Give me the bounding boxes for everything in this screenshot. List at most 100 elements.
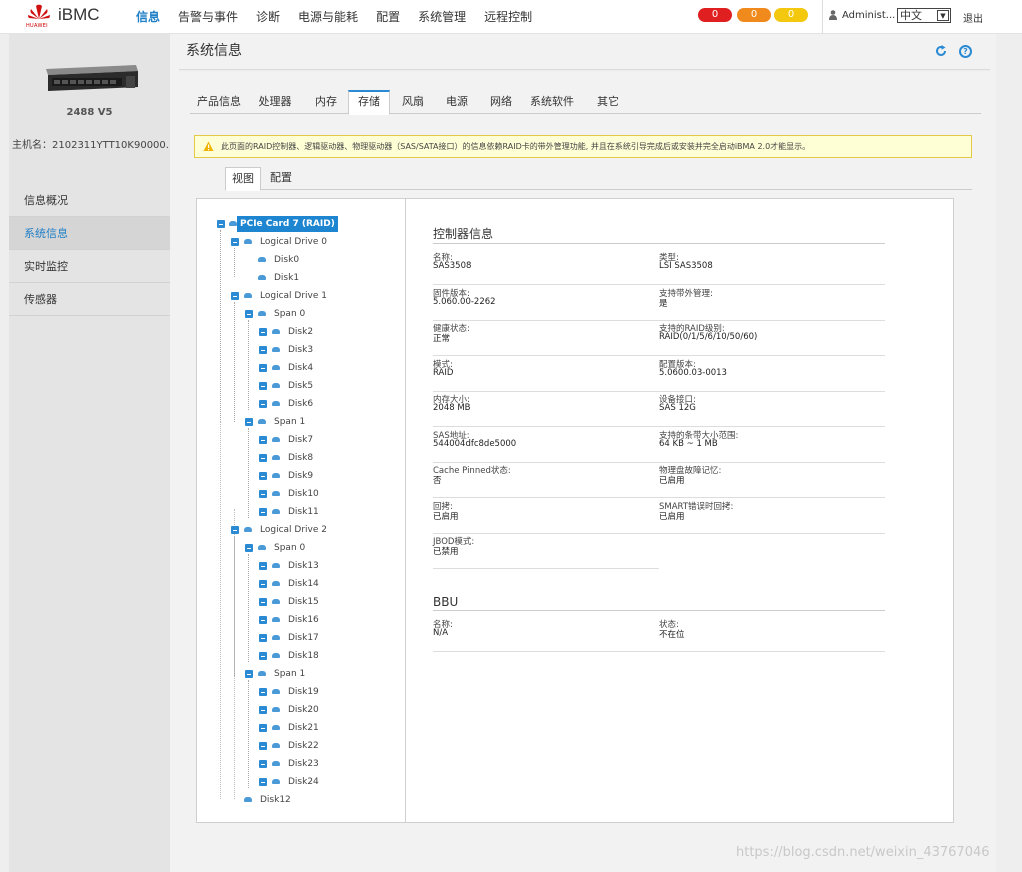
tree-node-label: Span 1	[274, 669, 306, 679]
major-alarm-badge[interactable]: 0	[737, 8, 771, 22]
collapse-toggle-icon[interactable]	[231, 526, 239, 534]
disk-icon	[272, 401, 280, 406]
field-value: 是	[659, 298, 668, 309]
collapse-toggle-icon[interactable]	[259, 454, 267, 462]
field-label: Cache Pinned状态:	[433, 466, 511, 476]
tree-node-label: Disk9	[288, 471, 314, 481]
collapse-toggle-icon[interactable]	[259, 706, 267, 714]
collapse-toggle-icon[interactable]	[259, 724, 267, 732]
disk-icon	[272, 329, 280, 334]
collapse-toggle-icon[interactable]	[245, 418, 253, 426]
refresh-icon[interactable]	[935, 45, 947, 57]
collapse-toggle-icon[interactable]	[259, 508, 267, 516]
collapse-toggle-icon[interactable]	[259, 562, 267, 570]
collapse-toggle-icon[interactable]	[259, 346, 267, 354]
subtab-config[interactable]: 配置	[263, 167, 299, 190]
collapse-toggle-icon[interactable]	[245, 670, 253, 678]
collapse-toggle-icon[interactable]	[245, 544, 253, 552]
field-value: RAID(0/1/5/6/10/50/60)	[659, 332, 758, 342]
nav-info[interactable]: 信息	[136, 8, 160, 25]
controller-field: 类型: LSI SAS3508	[659, 249, 885, 285]
controller-field: 支持的RAID级别: RAID(0/1/5/6/10/50/60)	[659, 320, 885, 356]
controller-section-title: 控制器信息	[433, 227, 494, 241]
raid-card-icon	[229, 221, 237, 226]
tree-node-label: Disk13	[288, 561, 319, 571]
collapse-toggle-icon[interactable]	[259, 436, 267, 444]
collapse-toggle-icon[interactable]	[259, 742, 267, 750]
tree-node-label: Disk1	[274, 273, 300, 283]
field-value: LSI SAS3508	[659, 261, 713, 271]
collapse-toggle-icon[interactable]	[217, 220, 225, 228]
logout-link[interactable]: 退出	[963, 10, 983, 25]
tree-node-label: Disk7	[288, 435, 314, 445]
collapse-toggle-icon[interactable]	[259, 778, 267, 786]
collapse-toggle-icon[interactable]	[259, 598, 267, 606]
field-value: 544004dfc8de5000	[433, 438, 517, 449]
collapse-toggle-icon[interactable]	[259, 616, 267, 624]
language-select[interactable]: 中文 ▼	[897, 8, 951, 23]
tree-node-label: Disk17	[288, 633, 319, 643]
collapse-toggle-icon[interactable]	[259, 328, 267, 336]
collapse-toggle-icon[interactable]	[259, 382, 267, 390]
minor-alarm-badge[interactable]: 0	[774, 8, 808, 22]
field-value: 64 KB ~ 1 MB	[659, 438, 718, 449]
tab-power[interactable]: 电源	[441, 92, 473, 114]
disk-icon	[272, 725, 280, 730]
controller-field: Cache Pinned状态: 否	[433, 462, 659, 498]
bbu-field: 名称: N/A	[433, 616, 659, 652]
collapse-toggle-icon[interactable]	[259, 688, 267, 696]
collapse-toggle-icon[interactable]	[259, 760, 267, 768]
disk-icon	[272, 365, 280, 370]
field-value: 5.0600.03-0013	[659, 367, 727, 378]
subtab-view[interactable]: 视图	[225, 167, 261, 191]
nav-system-management[interactable]: 系统管理	[418, 8, 466, 25]
field-value: 已启用	[659, 511, 685, 522]
controller-field: 模式: RAID	[433, 356, 659, 392]
disk-icon	[272, 455, 280, 460]
brand-name: iBMC	[58, 5, 100, 24]
nav-power[interactable]: 电源与能耗	[298, 8, 358, 25]
tree-node-label: Logical Drive 2	[260, 525, 327, 535]
collapse-toggle-icon[interactable]	[259, 634, 267, 642]
field-value: RAID	[433, 367, 454, 378]
collapse-toggle-icon[interactable]	[259, 364, 267, 372]
collapse-toggle-icon[interactable]	[259, 490, 267, 498]
tab-storage[interactable]: 存储	[348, 90, 390, 115]
collapse-toggle-icon[interactable]	[259, 400, 267, 408]
controller-field: SMART错误时回拷: 已启用	[659, 498, 885, 534]
collapse-toggle-icon[interactable]	[259, 472, 267, 480]
collapse-toggle-icon[interactable]	[231, 238, 239, 246]
collapse-toggle-icon[interactable]	[259, 580, 267, 588]
disk-icon	[272, 563, 280, 568]
nav-alarms-events[interactable]: 告警与事件	[178, 8, 238, 25]
collapse-toggle-icon[interactable]	[259, 652, 267, 660]
tab-fan[interactable]: 风扇	[397, 92, 429, 114]
tab-network[interactable]: 网络	[485, 92, 517, 114]
tab-product-info[interactable]: 产品信息	[195, 92, 243, 114]
disk-icon	[258, 275, 266, 280]
nav-diagnostics[interactable]: 诊断	[256, 8, 280, 25]
tab-system-software[interactable]: 系统软件	[528, 92, 576, 114]
disk-icon	[258, 257, 266, 262]
collapse-toggle-icon[interactable]	[231, 292, 239, 300]
sidebar: 2488 V5 主机名：2102311YTT10K90000... 信息概况 系…	[9, 34, 179, 872]
nav-remote-control[interactable]: 远程控制	[484, 8, 532, 25]
collapse-toggle-icon[interactable]	[245, 310, 253, 318]
hostname: 主机名：2102311YTT10K90000...	[12, 140, 170, 151]
controller-field: SAS地址: 544004dfc8de5000	[433, 427, 659, 463]
tab-other[interactable]: 其它	[592, 92, 624, 114]
help-icon[interactable]: ?	[959, 45, 972, 58]
sidebar-item-system-info[interactable]: 系统信息	[9, 217, 170, 250]
tab-memory[interactable]: 内存	[310, 92, 342, 114]
critical-alarm-badge[interactable]: 0	[698, 8, 732, 22]
sidebar-item-realtime-monitor[interactable]: 实时监控	[9, 250, 170, 283]
tree-node-label: Logical Drive 0	[260, 237, 327, 247]
nav-config[interactable]: 配置	[376, 8, 400, 25]
bbu-section-divider	[433, 610, 885, 611]
user-area[interactable]: Administ...	[822, 0, 895, 34]
sidebar-item-sensors[interactable]: 传感器	[9, 283, 170, 316]
sidebar-item-overview[interactable]: 信息概况	[9, 184, 170, 217]
tab-processor[interactable]: 处理器	[257, 92, 293, 114]
disk-icon	[272, 653, 280, 658]
controller-field: 健康状态: 正常	[433, 320, 659, 356]
